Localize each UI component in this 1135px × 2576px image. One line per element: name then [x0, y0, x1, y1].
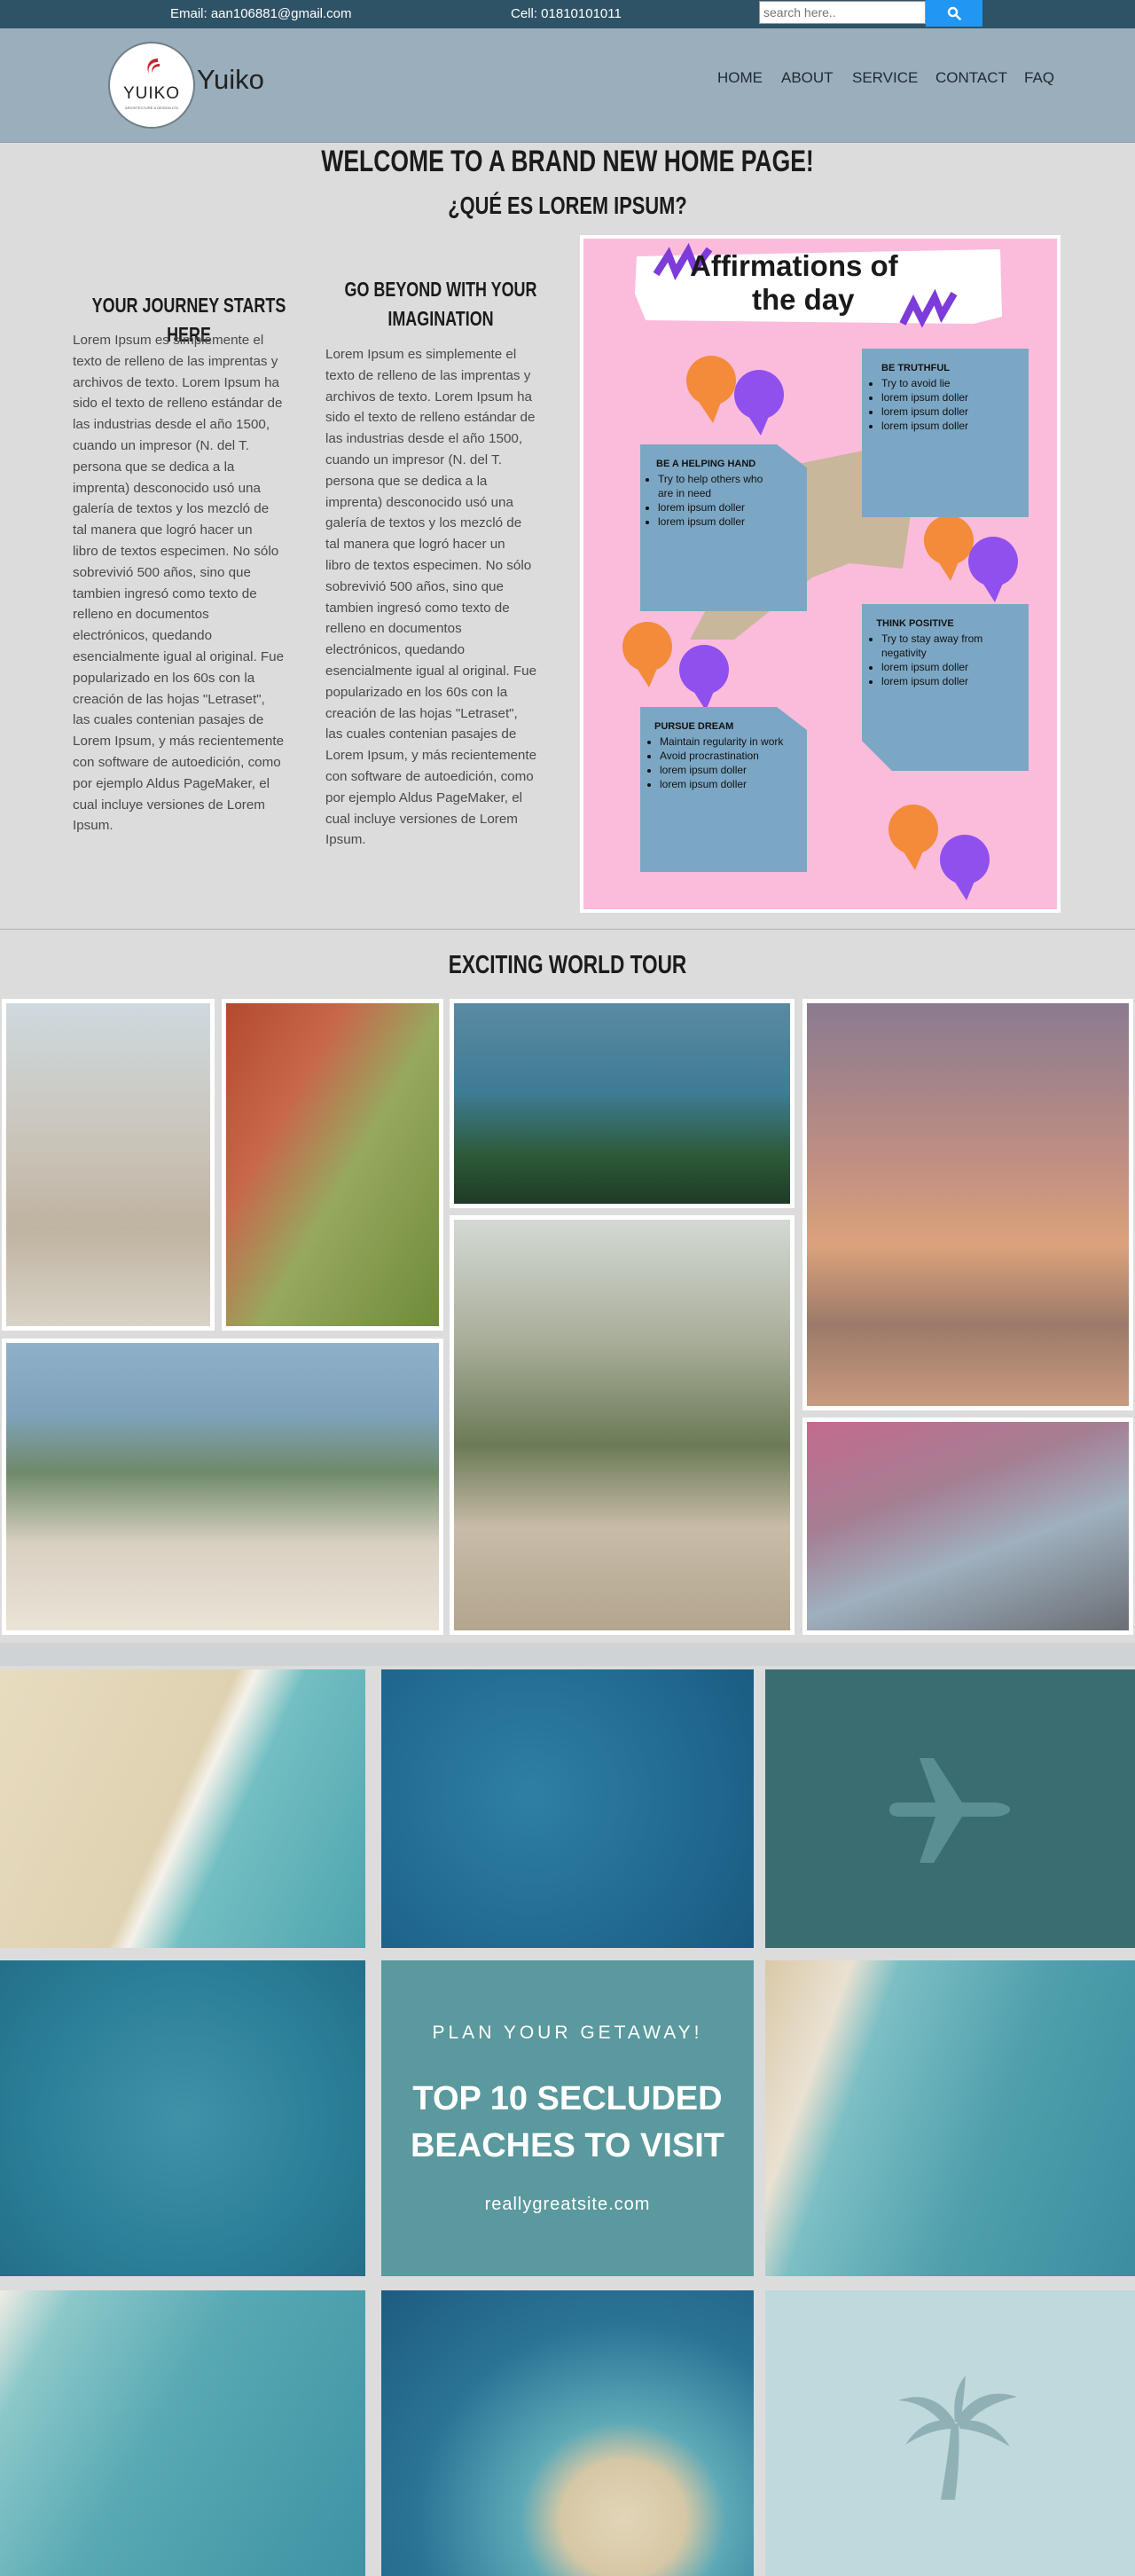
column-2-body: Lorem Ipsum es simplemente el texto de re…	[325, 347, 537, 848]
tile-palm	[765, 2290, 1135, 2576]
palm-tree-icon	[898, 2376, 1017, 2500]
card-pursue-dream: PURSUE DREAM Maintain regularity in work…	[640, 707, 807, 872]
photo-woman-book	[2, 999, 215, 1331]
logo-mark-icon	[147, 59, 160, 74]
section-divider	[0, 929, 1135, 930]
nav-about[interactable]: ABOUT	[781, 69, 834, 87]
contact-phone: Cell: 01810101011	[511, 6, 622, 21]
tile-airplane	[765, 1669, 1135, 1948]
search-button[interactable]	[926, 0, 982, 27]
tile-ocean-waves	[0, 1960, 365, 2276]
promo-url[interactable]: reallygreatsite.com	[381, 2195, 754, 2215]
card-helping-hand: BE A HELPING HAND Try to help others who…	[640, 444, 807, 611]
column-2-title: GO BEYOND WITH YOUR IMAGINATION	[344, 278, 537, 330]
photo-tent-picnic	[222, 999, 443, 1331]
photo-headstand-cliff	[450, 1215, 794, 1635]
page-title: WELCOME TO A BRAND NEW HOME PAGE!	[321, 145, 814, 178]
card-be-truthful: BE TRUTHFUL Try to avoid lielorem ipsum …	[862, 349, 1029, 517]
card-think-positive: THINK POSITIVE Try to stay away from neg…	[862, 604, 1029, 771]
section-separator	[0, 1643, 1135, 1666]
tour-title: EXCITING WORLD TOUR	[448, 951, 687, 979]
nav-service[interactable]: SERVICE	[852, 69, 918, 87]
nav-home[interactable]: HOME	[717, 69, 763, 87]
photo-pink-lake	[802, 1418, 1133, 1635]
tile-deep-sea	[381, 1669, 754, 1948]
affirmations-poster: Affirmations of the day BE TRUTHFUL Try …	[580, 235, 1061, 913]
search-input[interactable]	[759, 1, 926, 24]
promo-card[interactable]: PLAN YOUR GETAWAY! TOP 10 SECLUDED BEACH…	[381, 1960, 754, 2276]
tile-sandy-coast	[765, 1960, 1135, 2276]
tile-turquoise-shore	[0, 2290, 365, 2576]
airplane-icon	[889, 1758, 1010, 1863]
tile-aerial-shore	[0, 1669, 365, 1948]
brand-name[interactable]: Yuiko	[197, 64, 264, 96]
photo-beach-crowd	[2, 1339, 443, 1635]
top-bar: Email: aan106881@gmail.com Cell: 0181010…	[0, 0, 1135, 28]
logo[interactable]: YUIKO ARCHITECTURE & DESIGN LTD	[108, 42, 195, 129]
logo-text: YUIKO	[122, 84, 181, 103]
nav-faq[interactable]: FAQ	[1024, 69, 1054, 87]
search-icon	[947, 6, 961, 20]
column-1-body: Lorem Ipsum es simplemente el texto de re…	[73, 333, 285, 834]
photo-moon-sunset	[802, 999, 1133, 1410]
promo-kicker: PLAN YOUR GETAWAY!	[432, 2022, 703, 2043]
tile-sandbar	[381, 2290, 754, 2576]
nav-contact[interactable]: CONTACT	[935, 69, 1007, 87]
logo-subtext: ARCHITECTURE & DESIGN LTD	[125, 106, 178, 110]
contact-email: Email: aan106881@gmail.com	[170, 6, 352, 21]
photo-lake-boats	[450, 999, 794, 1208]
promo-headline: TOP 10 SECLUDED BEACHES TO VISIT	[410, 2080, 725, 2164]
page-subtitle: ¿QUÉ ES LOREM IPSUM?	[448, 192, 687, 219]
poster-title: Affirmations of the day	[690, 249, 898, 316]
